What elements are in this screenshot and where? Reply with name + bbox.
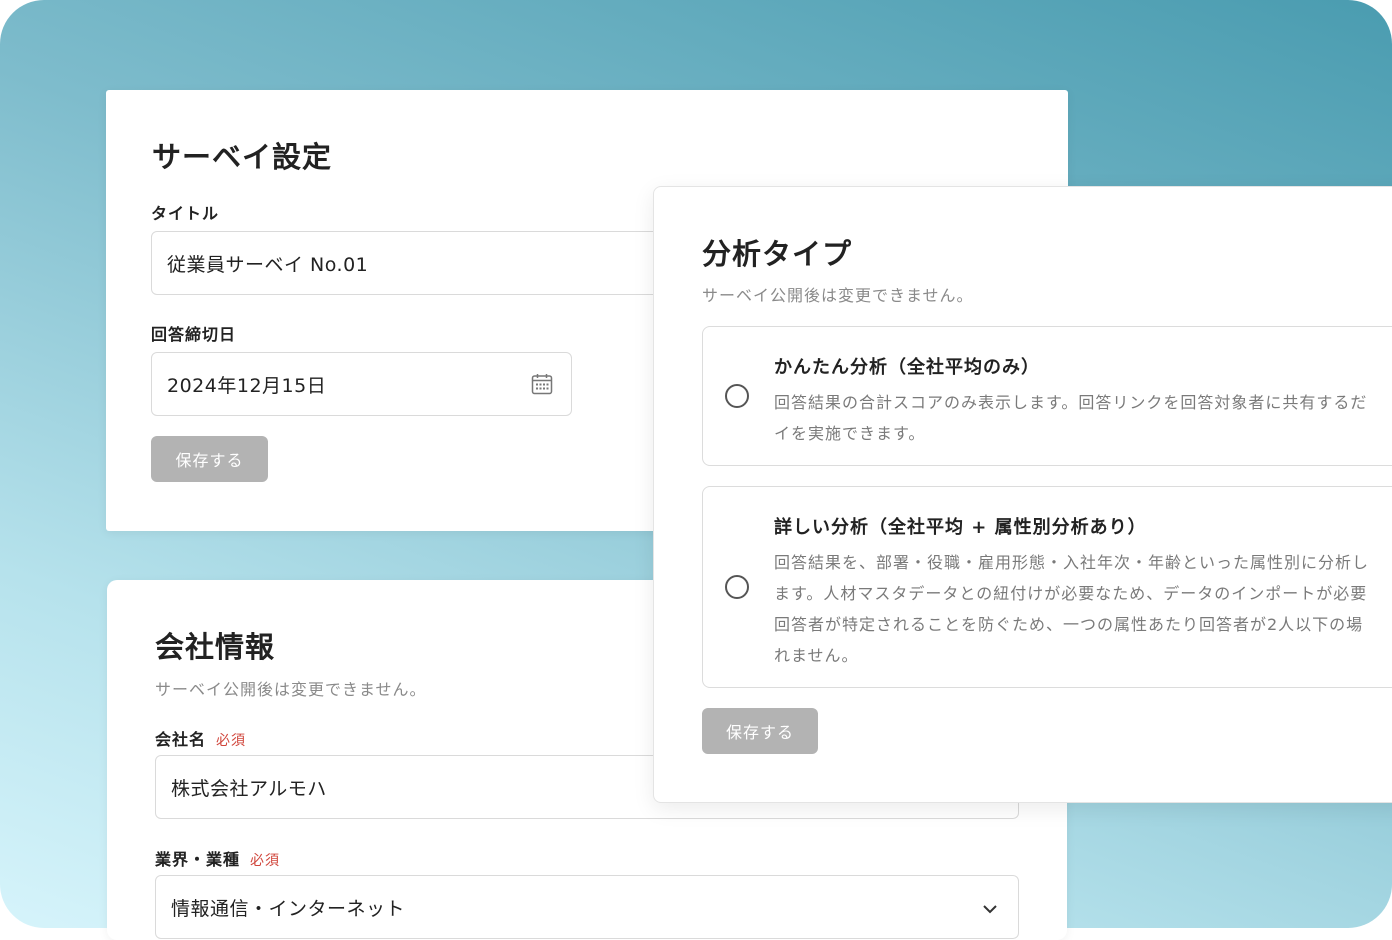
company-name-label-text: 会社名 <box>155 730 207 749</box>
required-badge: 必須 <box>216 733 247 749</box>
deadline-date-value: 2024年12月15日 <box>167 374 327 397</box>
analysis-option-detailed[interactable]: 詳しい分析（全社平均 + 属性別分析あり） 回答結果を、部署・役職・雇用形態・入… <box>702 486 1392 688</box>
analysis-save-button[interactable]: 保存する <box>702 708 818 754</box>
analysis-option-simple[interactable]: かんたん分析（全社平均のみ） 回答結果の合計スコアのみ表示します。回答リンクを回… <box>702 326 1392 466</box>
option-title: かんたん分析（全社平均のみ） <box>774 357 1040 378</box>
industry-select-value: 情報通信・インターネット <box>171 897 406 920</box>
required-badge: 必須 <box>250 853 281 869</box>
option-description-line: 回答結果の合計スコアのみ表示します。回答リンクを回答対象者に共有するだ <box>774 393 1368 412</box>
option-description-line: 回答結果を、部署・役職・雇用形態・入社年次・年齢といった属性別に分析し <box>774 553 1370 572</box>
title-input-value: 従業員サーベイ No.01 <box>167 253 369 276</box>
industry-label-text: 業界・業種 <box>155 850 241 869</box>
calendar-icon[interactable] <box>531 373 553 395</box>
industry-select[interactable]: 情報通信・インターネット <box>155 875 1019 939</box>
analysis-type-heading: 分析タイプ <box>702 237 853 271</box>
analysis-type-note: サーベイ公開後は変更できません。 <box>702 286 974 305</box>
radio-unchecked-icon[interactable] <box>725 575 749 599</box>
option-description-line: れません。 <box>774 646 859 665</box>
survey-settings-heading: サーベイ設定 <box>152 140 333 174</box>
company-name-value: 株式会社アルモハ <box>171 777 327 800</box>
option-description-line: 回答者が特定されることを防ぐため、一つの属性あたり回答者が2人以下の場 <box>774 615 1364 634</box>
radio-unchecked-icon[interactable] <box>725 384 749 408</box>
deadline-label: 回答締切日 <box>151 325 237 344</box>
chevron-down-icon <box>982 900 998 916</box>
company-name-label: 会社名 必須 <box>155 726 246 750</box>
title-label: タイトル <box>151 204 220 223</box>
option-title: 詳しい分析（全社平均 + 属性別分析あり） <box>774 517 1147 538</box>
company-info-note: サーベイ公開後は変更できません。 <box>155 680 427 699</box>
deadline-date-input[interactable]: 2024年12月15日 <box>151 352 572 416</box>
company-info-heading: 会社情報 <box>155 630 276 664</box>
analysis-type-card: 分析タイプ サーベイ公開後は変更できません。 かんたん分析（全社平均のみ） 回答… <box>653 186 1392 803</box>
survey-save-button[interactable]: 保存する <box>151 436 268 482</box>
option-description-line: イを実施できます。 <box>774 424 926 443</box>
industry-label: 業界・業種 必須 <box>155 846 280 870</box>
option-description-line: ます。人材マスタデータとの紐付けが必要なため、データのインポートが必要 <box>774 584 1368 603</box>
